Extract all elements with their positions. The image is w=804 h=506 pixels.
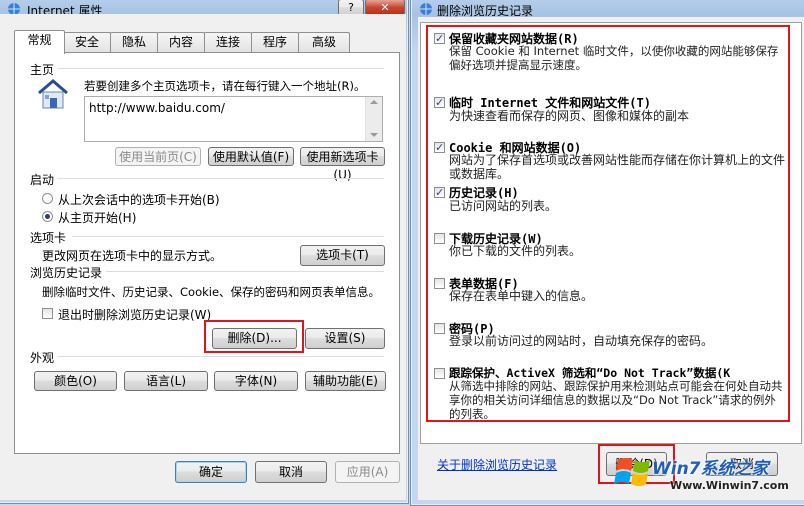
cancel-button[interactable]: 取消 [255, 461, 327, 483]
home-divider [58, 68, 384, 69]
tracking-checkbox[interactable] [434, 368, 445, 379]
temp-files-checkbox[interactable]: ✓ [434, 97, 445, 108]
tab-programs[interactable]: 程序 [251, 32, 299, 52]
use-new-tab-button[interactable]: 使用新选项卡(U) [300, 147, 385, 182]
tab-advanced[interactable]: 高级 [298, 32, 350, 52]
delete-on-exit-label[interactable]: 退出时删除浏览历史记录(W) [58, 306, 211, 323]
ok-button[interactable]: 确定 [175, 461, 247, 483]
home-house-icon [38, 79, 68, 109]
passwords-desc: 登录以前访问过的网站时，自动填充保存的密码。 [449, 334, 714, 348]
about-delete-history-link[interactable]: 关于删除浏览历史记录 [437, 456, 557, 473]
accessibility-button[interactable]: 辅助功能(E) [305, 371, 386, 391]
delete-history-window-icon [420, 3, 432, 15]
appearance-section-label: 外观 [30, 351, 55, 365]
form-data-desc: 保存在表单中键入的信息。 [449, 289, 594, 303]
startup-home-page-radio[interactable] [42, 211, 53, 222]
apply-button[interactable]: 应用(A) [335, 461, 400, 483]
home-url-scrollbar[interactable] [365, 97, 382, 141]
startup-divider [58, 178, 384, 179]
scroll-up-arrow-icon[interactable] [370, 100, 378, 104]
form-data-checkbox[interactable] [434, 278, 445, 289]
favorites-checkbox[interactable]: ✓ [434, 33, 445, 44]
watermark-text: Win7系统之家 [652, 459, 769, 479]
delete-on-exit-checkbox[interactable] [42, 308, 53, 319]
downloads-checkbox[interactable] [434, 233, 445, 244]
history-section-label: 浏览历史记录 [30, 266, 103, 280]
cookies-checkbox[interactable]: ✓ [434, 142, 445, 153]
tabs-section-desc: 更改网页在选项卡中的显示方式。 [42, 249, 223, 263]
favorites-desc: 保留 Cookie 和 Internet 临时文件，以使你收藏的网站能够保存偏好… [449, 44, 779, 72]
history-settings-button[interactable]: 设置(S) [305, 328, 385, 349]
fonts-button[interactable]: 字体(N) [214, 371, 298, 391]
tab-privacy[interactable]: 隐私 [110, 32, 158, 52]
tab-general[interactable]: 常规 [14, 30, 65, 54]
home-section-label: 主页 [30, 63, 55, 77]
history-desc: 删除临时文件、历史记录、Cookie、保存的密码和网页表单信息。 [42, 285, 381, 299]
temp-files-desc: 为快速查看而保存的网页、图像和媒体的副本 [449, 109, 690, 123]
languages-button[interactable]: 语言(L) [124, 371, 208, 391]
tabs-button[interactable]: 选项卡(T) [300, 245, 385, 266]
use-default-button[interactable]: 使用默认值(F) [208, 147, 294, 166]
tabs-divider [72, 236, 384, 237]
tab-connections[interactable]: 连接 [204, 32, 252, 52]
history-divider [106, 271, 384, 272]
cookies-desc: 网站为了保存首选项或改善网站性能而存储在你计算机上的文件或数据库。 [449, 153, 786, 181]
tab-content[interactable]: 内容 [157, 32, 205, 52]
passwords-checkbox[interactable] [434, 323, 445, 334]
colors-button[interactable]: 颜色(O) [34, 371, 117, 391]
home-url-text: http://www.baidu.com/ [89, 101, 225, 115]
downloads-desc: 你已下载的文件的列表。 [449, 244, 582, 258]
startup-section-label: 启动 [30, 173, 55, 187]
watermark: Win7系统之家 Www.Winwin7.com [608, 448, 804, 500]
history-checkbox[interactable]: ✓ [434, 187, 445, 198]
windows-logo-icon [614, 458, 650, 486]
tabs-section-label: 选项卡 [30, 231, 67, 245]
history-item-desc: 已访问网站的列表。 [449, 199, 558, 213]
delete-options-highlight [426, 25, 790, 422]
delete-history-highlight [204, 320, 304, 353]
use-current-button[interactable]: 使用当前页(C) [115, 147, 201, 166]
watermark-url: Www.Winwin7.com [670, 479, 789, 492]
tab-security[interactable]: 安全 [63, 32, 111, 52]
scroll-down-arrow-icon[interactable] [370, 133, 378, 137]
startup-last-session-radio[interactable] [42, 193, 53, 204]
appearance-divider [58, 356, 384, 357]
tracking-desc: 从筛选中排除的网站、跟踪保护用来检测站点可能会在何处自动共享你的相关访问详细信息… [449, 379, 783, 421]
home-url-textarea[interactable]: http://www.baidu.com/ [84, 96, 383, 142]
startup-last-session-label[interactable]: 从上次会话中的选项卡开始(B) [58, 191, 220, 208]
startup-home-page-label[interactable]: 从主页开始(H) [58, 209, 136, 226]
home-hint: 若要创建多个主页选项卡，请在每行键入一个地址(R)。 [84, 79, 366, 93]
